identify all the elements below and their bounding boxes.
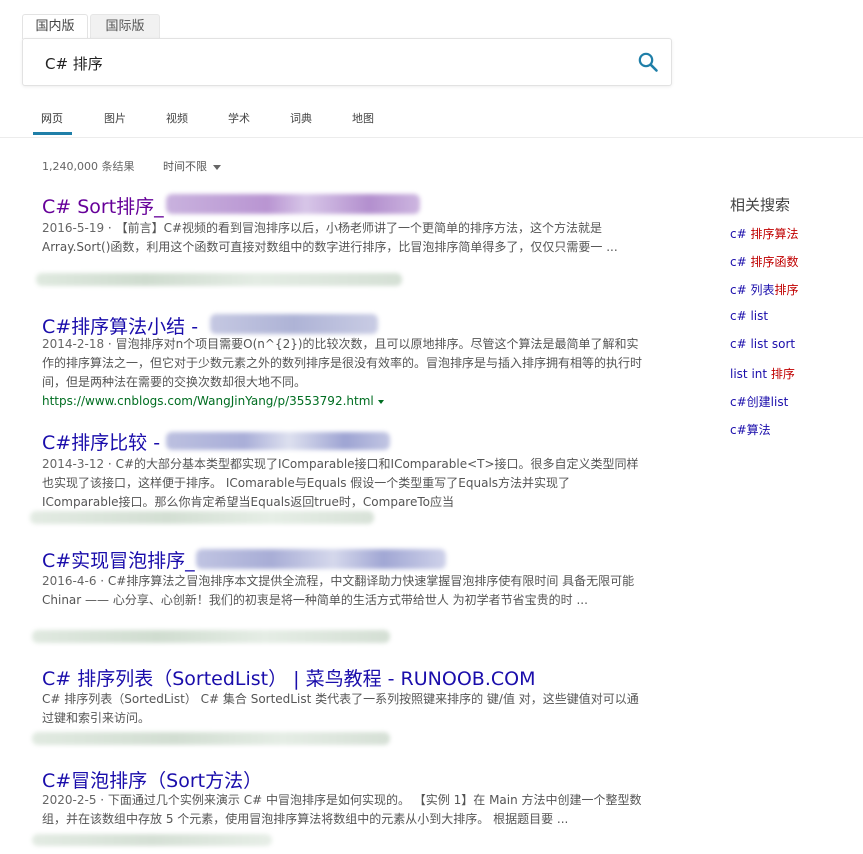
redacted-url xyxy=(30,511,374,524)
result-title-link[interactable]: C#实现冒泡排序_ xyxy=(42,546,195,573)
related-search-link[interactable]: c#算法 xyxy=(730,421,771,438)
tab-international[interactable]: 国际版 xyxy=(90,14,160,39)
result-snippet-text: C#的大部分基本类型都实现了IComparable接口和IComparable<… xyxy=(42,457,639,509)
related-search-text: c# 列表 xyxy=(730,283,775,297)
result-snippet-text: 下面通过几个实例来演示 C# 中冒泡排序是如何实现的。 【实例 1】在 Main… xyxy=(42,793,642,826)
redacted-url xyxy=(32,630,390,643)
related-searches-heading: 相关搜索 xyxy=(730,196,791,214)
result-snippet: 2016-5-19 · 【前言】C#视频的看到冒泡排序以后，小杨老师讲了一个更简… xyxy=(42,221,618,254)
related-search-text: c# xyxy=(730,255,751,269)
related-search-highlight: 排序 xyxy=(774,283,799,297)
search-box xyxy=(22,38,672,86)
result-snippet-text: C#排序算法之冒泡排序本文提供全流程，中文翻译助力快速掌握冒泡排序使有限时间 具… xyxy=(42,574,635,607)
related-search-text: c#创建list xyxy=(730,395,789,409)
result-date: 2014-2-18 xyxy=(42,337,105,351)
related-search-link[interactable]: c# 排序函数 xyxy=(730,253,798,270)
related-search-text: c# list sort xyxy=(730,337,796,351)
result-url-link[interactable]: https://www.cnblogs.com/WangJinYang/p/35… xyxy=(42,394,384,408)
related-search-link[interactable]: list int 排序 xyxy=(730,365,795,382)
result-snippet-text: 【前言】C#视频的看到冒泡排序以后，小杨老师讲了一个更简单的排序方法，这个方法就… xyxy=(42,221,618,254)
tab-videos[interactable]: 视频 xyxy=(166,110,188,126)
result-snippet: 2014-3-12 · C#的大部分基本类型都实现了IComparable接口和… xyxy=(42,457,639,509)
result-title-link[interactable]: C# Sort排序_ xyxy=(42,192,164,219)
chevron-down-icon xyxy=(213,164,221,170)
result-snippet: 2014-2-18 · 冒泡排序对n个项目需要O(n^{2})的比较次数，且可以… xyxy=(42,337,643,389)
related-search-highlight: 排序函数 xyxy=(750,255,799,269)
related-search-highlight: 排序算法 xyxy=(750,227,799,241)
tab-domestic[interactable]: 国内版 xyxy=(22,14,88,39)
nav-divider xyxy=(0,137,863,138)
search-icon[interactable] xyxy=(637,51,659,73)
related-search-text: c# list xyxy=(730,309,769,323)
tab-images[interactable]: 图片 xyxy=(104,110,126,126)
result-title-link[interactable]: C#冒泡排序（Sort方法） xyxy=(42,766,262,793)
time-filter-dropdown[interactable]: 时间不限 xyxy=(163,158,221,174)
related-search-link[interactable]: c# 排序算法 xyxy=(730,225,798,242)
related-search-text: c# xyxy=(730,227,751,241)
result-date: 2014-3-12 xyxy=(42,457,105,471)
result-date: 2016-4-6 xyxy=(42,574,97,588)
related-search-link[interactable]: c#创建list xyxy=(730,393,788,410)
tab-web[interactable]: 网页 xyxy=(41,110,63,126)
active-tab-indicator xyxy=(33,132,72,135)
result-snippet-text: 冒泡排序对n个项目需要O(n^{2})的比较次数，且可以原地排序。尽管这个算法是… xyxy=(42,337,643,389)
chevron-down-icon xyxy=(377,399,384,404)
related-search-highlight: 排序 xyxy=(770,367,795,381)
redacted-author xyxy=(166,194,420,214)
related-search-link[interactable]: c# 列表排序 xyxy=(730,281,798,298)
time-filter-label: 时间不限 xyxy=(163,160,207,173)
search-input[interactable] xyxy=(43,51,607,75)
result-count: 1,240,000 条结果 xyxy=(42,160,135,173)
tab-maps[interactable]: 地图 xyxy=(352,110,374,126)
result-date: 2016-5-19 xyxy=(42,221,105,235)
related-search-link[interactable]: c# list xyxy=(730,309,768,323)
result-url-text: https://www.cnblogs.com/WangJinYang/p/35… xyxy=(42,394,374,408)
redacted-author xyxy=(166,432,390,450)
redacted-url xyxy=(36,273,402,286)
result-title-link[interactable]: C#排序比较 - xyxy=(42,428,160,455)
related-search-link[interactable]: c# list sort xyxy=(730,337,795,351)
related-search-text: c#算法 xyxy=(730,423,771,437)
result-snippet: C# 排序列表（SortedList） C# 集合 SortedList 类代表… xyxy=(42,690,645,728)
result-title-link[interactable]: C# 排序列表（SortedList） | 菜鸟教程 - RUNOOB.COM xyxy=(42,664,535,691)
redacted-url xyxy=(32,834,272,846)
result-snippet: 2020-2-5 · 下面通过几个实例来演示 C# 中冒泡排序是如何实现的。 【… xyxy=(42,793,642,826)
result-date: 2020-2-5 xyxy=(42,793,97,807)
result-snippet: 2016-4-6 · C#排序算法之冒泡排序本文提供全流程，中文翻译助力快速掌握… xyxy=(42,574,635,607)
redacted-url xyxy=(32,732,390,745)
redacted-author xyxy=(210,314,378,334)
redacted-author xyxy=(196,549,446,569)
result-snippet-text: C# 排序列表（SortedList） C# 集合 SortedList 类代表… xyxy=(42,692,639,725)
related-search-text: list int xyxy=(730,367,771,381)
tab-dictionary[interactable]: 词典 xyxy=(290,110,312,126)
tab-academic[interactable]: 学术 xyxy=(228,110,250,126)
